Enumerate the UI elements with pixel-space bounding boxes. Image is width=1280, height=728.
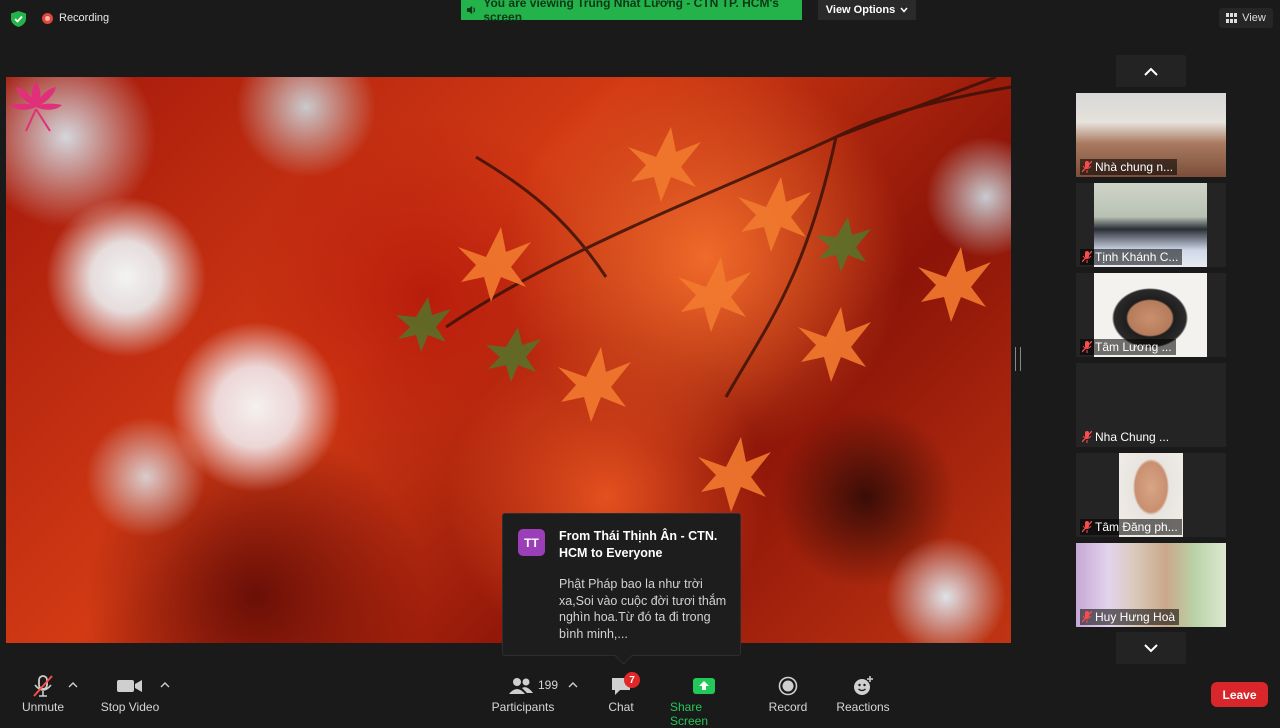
view-options-label: View Options [825,4,896,16]
video-camera-icon [117,680,142,692]
chevron-down-icon [900,7,908,13]
participants-options-caret-icon[interactable] [568,681,578,689]
security-shield-icon[interactable] [11,11,26,27]
participant-name: Tâm Lương ... [1095,340,1172,354]
participant-name-tag: Nha Chung ... [1080,429,1173,445]
record-label: Record [768,700,808,714]
chat-sender-line: From Thái Thịnh Ân - CTN. HCM to Everyon… [559,529,718,560]
lotus-watermark-logo [10,81,62,132]
view-label: View [1242,12,1266,24]
chat-message-text: Phật Pháp bao la như trời xa,Soi vào cuộ… [559,577,727,641]
mic-muted-icon [1082,251,1092,263]
participant-name: Tịnh Khánh C... [1095,250,1179,264]
mic-muted-icon [1082,521,1092,533]
share-screen-icon [693,678,715,694]
banner-text: You are viewing Trung Nhất Lương - CTN T… [483,0,779,24]
recording-label: Recording [59,12,110,24]
participant-tile-5[interactable]: Tâm Đăng ph... [1076,453,1226,537]
participant-name: Tâm Đăng ph... [1095,520,1178,534]
participant-tile-6[interactable]: Huy Hưng Hoà [1076,543,1226,627]
chat-label: Chat [608,700,634,714]
stop-video-label: Stop Video [100,700,160,714]
view-button[interactable]: View [1219,8,1273,28]
mic-muted-icon [1082,431,1092,443]
participant-name-tag: Huy Hưng Hoà [1080,609,1180,625]
participant-name: Huy Hưng Hoà [1095,610,1176,624]
gallery-scroll-up-button[interactable] [1116,55,1186,87]
reactions-button[interactable]: Reactions [834,672,892,714]
participant-name: Nhà chung n... [1095,160,1174,174]
participant-name-tag: Tâm Lương ... [1080,339,1176,355]
smiley-plus-icon [854,676,873,695]
unmute-label: Unmute [21,700,65,714]
chat-unread-badge: 7 [624,672,640,688]
unmute-button[interactable]: Unmute [18,672,68,714]
participant-name-tag: Nhà chung n... [1080,159,1178,175]
participants-label: Participants [491,700,555,714]
recording-dot-icon [42,12,53,24]
participant-name-tag: Tâm Đăng ph... [1080,519,1182,535]
chat-sender-avatar: TT [518,529,545,556]
record-icon [778,676,798,696]
participant-name-tag: Tịnh Khánh C... [1080,249,1183,265]
view-options-button[interactable]: View Options [818,0,916,20]
participant-name: Nha Chung ... [1095,430,1170,444]
participants-count: 199 [538,678,559,692]
chevron-up-icon [1144,67,1158,76]
recording-indicator[interactable]: Recording [42,12,109,24]
speaker-icon [466,5,476,15]
audio-options-caret-icon[interactable] [68,681,78,689]
stop-video-button[interactable]: Stop Video [98,672,162,714]
mic-muted-icon [1082,161,1092,173]
share-screen-label: Share Screen [670,700,709,728]
panel-splitter-handle[interactable] [1015,347,1021,371]
grid-icon [1226,13,1238,23]
mic-muted-icon [33,675,53,697]
leave-button[interactable]: Leave [1211,682,1268,707]
screen-share-banner: You are viewing Trung Nhất Lương - CTN T… [461,0,802,24]
chat-message-popup[interactable]: TT From Thái Thịnh Ân - CTN. HCM to Ever… [502,513,741,665]
participant-tile-4[interactable]: Nha Chung ... [1076,363,1226,447]
mic-muted-icon [1082,611,1092,623]
record-button[interactable]: Record [766,672,810,714]
mic-muted-icon [1082,341,1092,353]
participant-tile-2[interactable]: Tịnh Khánh C... [1076,183,1226,267]
video-options-caret-icon[interactable] [160,681,170,689]
chevron-down-icon [1144,643,1158,652]
participant-tile-3[interactable]: Tâm Lương ... [1076,273,1226,357]
gallery-scroll-down-button[interactable] [1116,632,1186,664]
popup-pointer [614,646,633,665]
participant-tile-1[interactable]: Nhà chung n... [1076,93,1226,177]
reactions-label: Reactions [836,700,890,714]
participants-icon [509,678,533,694]
